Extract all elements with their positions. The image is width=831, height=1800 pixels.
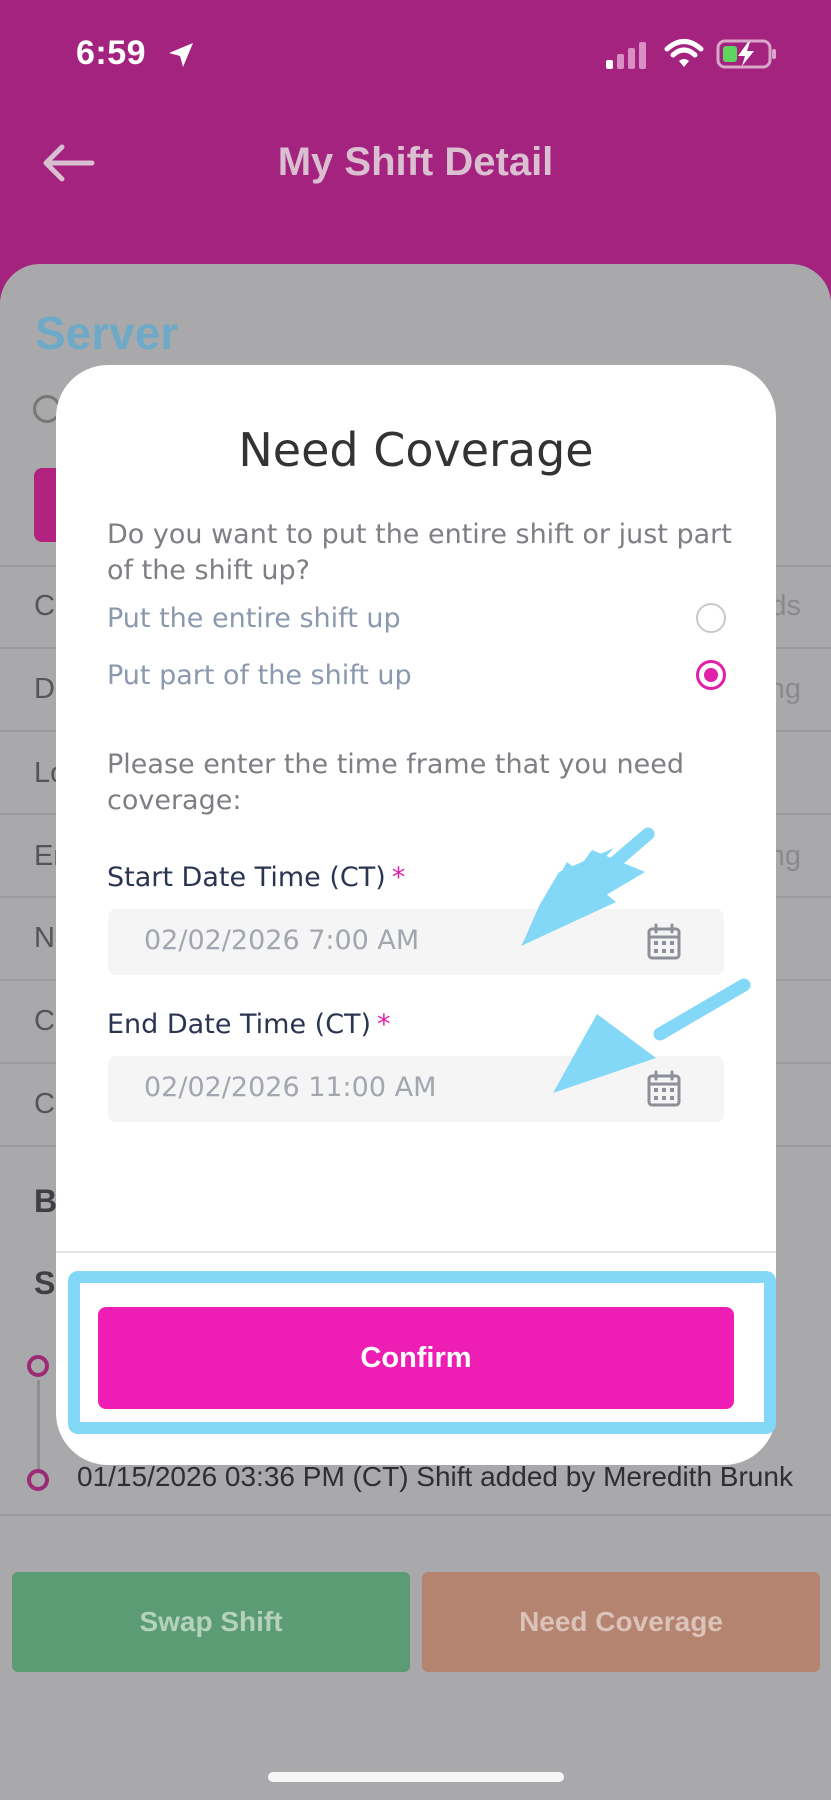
annotation-arrow-end	[553, 978, 751, 1093]
annotation-arrow-start	[521, 827, 655, 946]
